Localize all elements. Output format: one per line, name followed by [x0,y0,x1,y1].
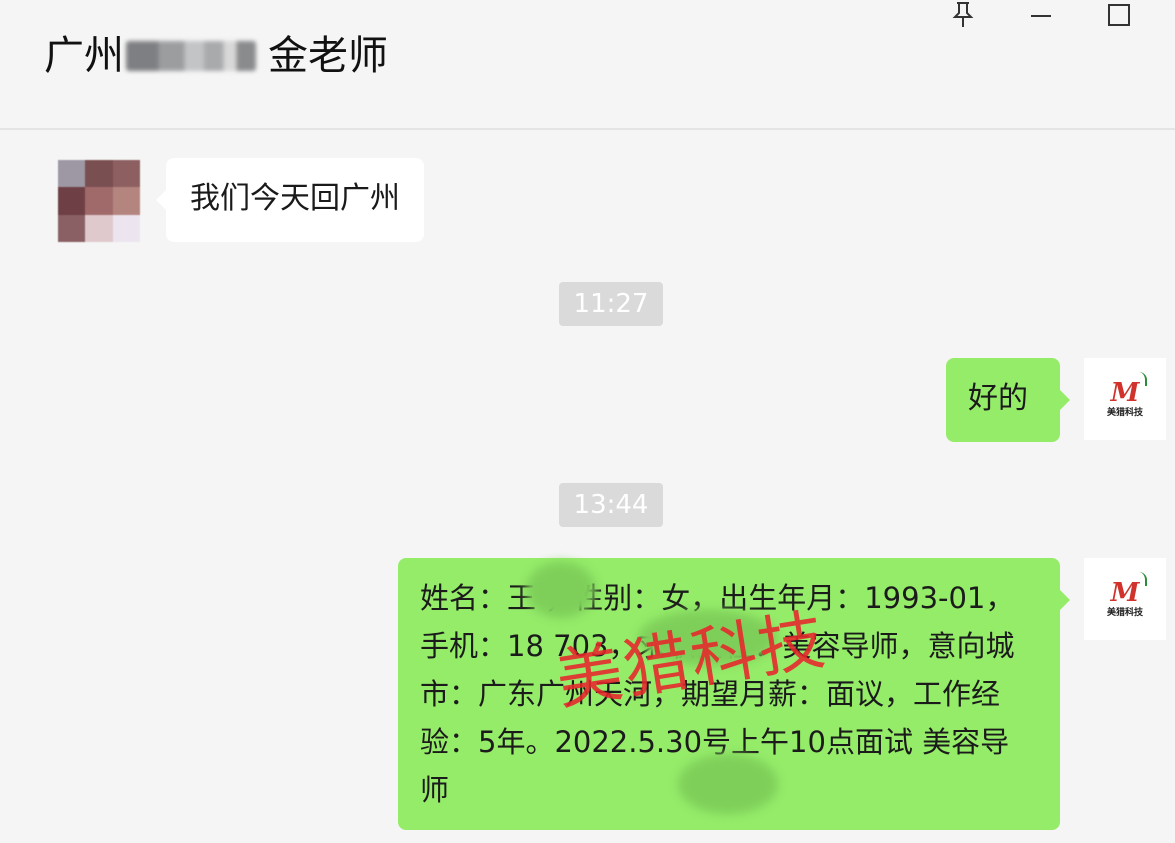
minimize-icon[interactable] [1018,0,1064,30]
logo-icon: M [1111,372,1148,406]
chat-title: 广州 金老师 [44,28,388,84]
pin-icon[interactable] [940,0,986,30]
self-avatar[interactable]: M 美猎科技 [1084,558,1166,640]
redacted-name [126,41,256,71]
message-bubble-outgoing[interactable]: 好的 [946,358,1070,442]
redaction-blob [638,610,778,666]
redaction-blob [678,754,778,814]
self-avatar[interactable]: M 美猎科技 [1084,358,1166,440]
contact-avatar[interactable] [58,160,140,242]
message-text: 好的 [968,381,1028,416]
timestamp: 13:44 [559,483,663,527]
redaction-blob [526,562,596,618]
chat-header: 广州 金老师 [0,0,1175,130]
logo-text: 美猎科技 [1106,608,1143,618]
maximize-icon[interactable] [1096,0,1142,30]
logo-icon: M [1111,572,1148,606]
chat-title-prefix: 广州 [44,33,124,79]
message-bubble-outgoing[interactable]: 姓名：王 ，性别：女，出生年月：1993-01，手机：18 703，求职岗位：美… [398,558,1070,830]
message-bubble-incoming[interactable]: 我们今天回广州 [156,158,424,242]
logo-text: 美猎科技 [1106,408,1143,418]
timestamp: 11:27 [559,282,663,326]
chat-title-suffix: 金老师 [268,33,388,79]
message-text: 我们今天回广州 [190,181,400,216]
